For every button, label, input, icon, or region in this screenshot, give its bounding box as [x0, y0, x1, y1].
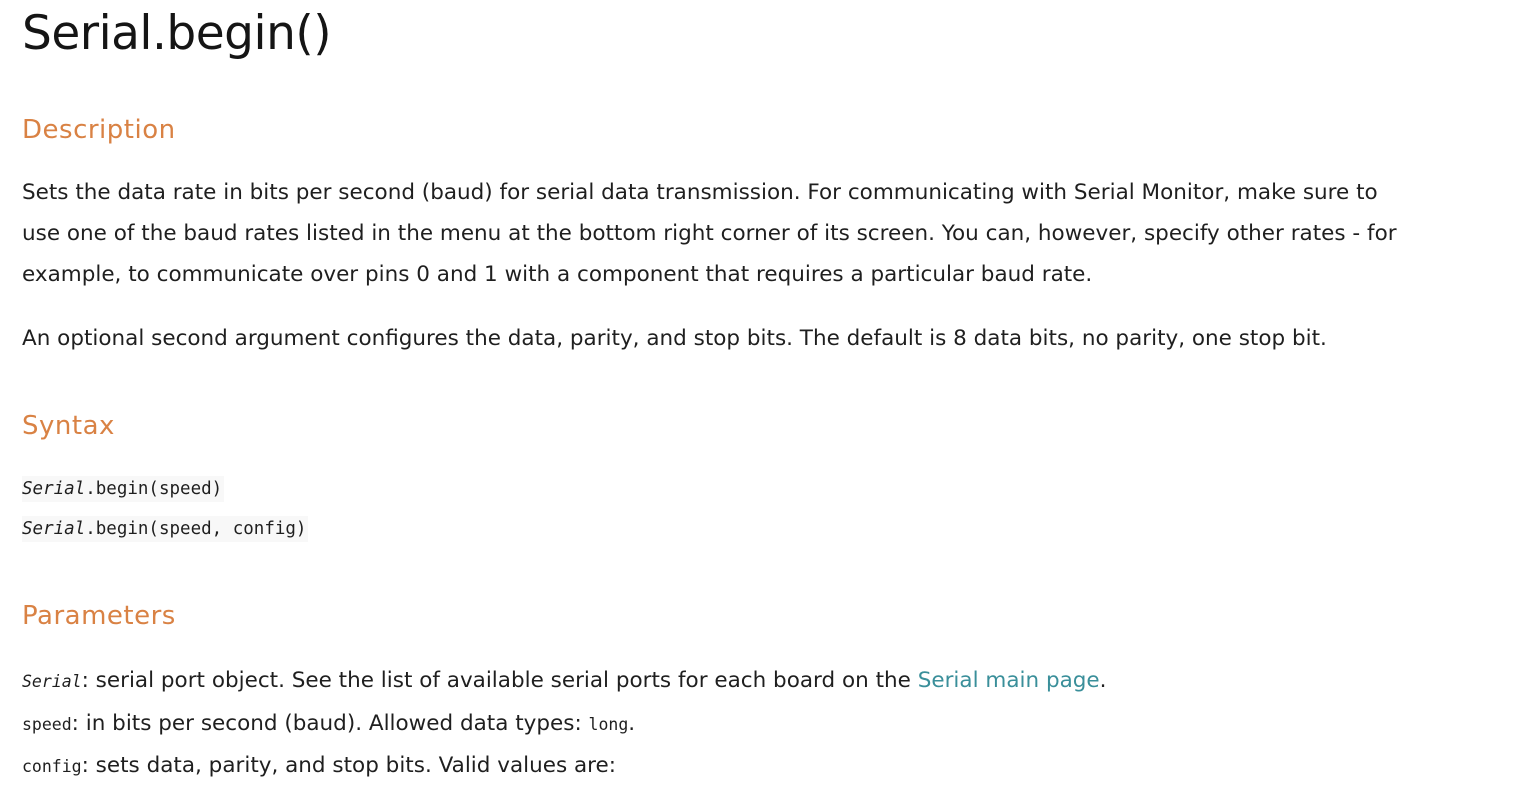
- syntax-line-2: Serial.begin(speed, config): [22, 516, 309, 542]
- param-name: Serial: [22, 672, 82, 691]
- param-name: speed: [22, 715, 72, 734]
- syntax-call: .begin(speed, config): [85, 519, 307, 539]
- syntax-object: Serial: [22, 519, 86, 539]
- param-suffix: .: [628, 711, 636, 736]
- page-title: Serial.begin(): [22, 6, 332, 61]
- syntax-line-1: Serial.begin(speed): [22, 476, 225, 502]
- param-description: : in bits per second (baud). Allowed dat…: [71, 711, 589, 736]
- reference-page: Serial.begin() Description Sets the data…: [0, 0, 1537, 786]
- parameters-heading: Parameters: [22, 601, 176, 631]
- syntax-call: .begin(speed): [85, 479, 223, 499]
- param-name: config: [22, 757, 82, 776]
- param-speed: speed: in bits per second (baud). Allowe…: [22, 708, 635, 741]
- description-paragraph-1: Sets the data rate in bits per second (b…: [22, 180, 1397, 287]
- param-serial: Serial: serial port object. See the list…: [22, 665, 1106, 698]
- description-paragraph-2: An optional second argument configures t…: [22, 326, 1327, 351]
- serial-main-page-link[interactable]: Serial main page: [918, 668, 1100, 693]
- syntax-heading: Syntax: [22, 411, 115, 441]
- param-description: : sets data, parity, and stop bits. Vali…: [81, 753, 617, 778]
- description-heading: Description: [22, 115, 176, 145]
- syntax-object: Serial: [22, 479, 86, 499]
- param-description: : serial port object. See the list of av…: [81, 668, 918, 693]
- param-type: long: [588, 715, 629, 734]
- param-suffix: .: [1099, 668, 1107, 693]
- param-config: config: sets data, parity, and stop bits…: [22, 750, 616, 783]
